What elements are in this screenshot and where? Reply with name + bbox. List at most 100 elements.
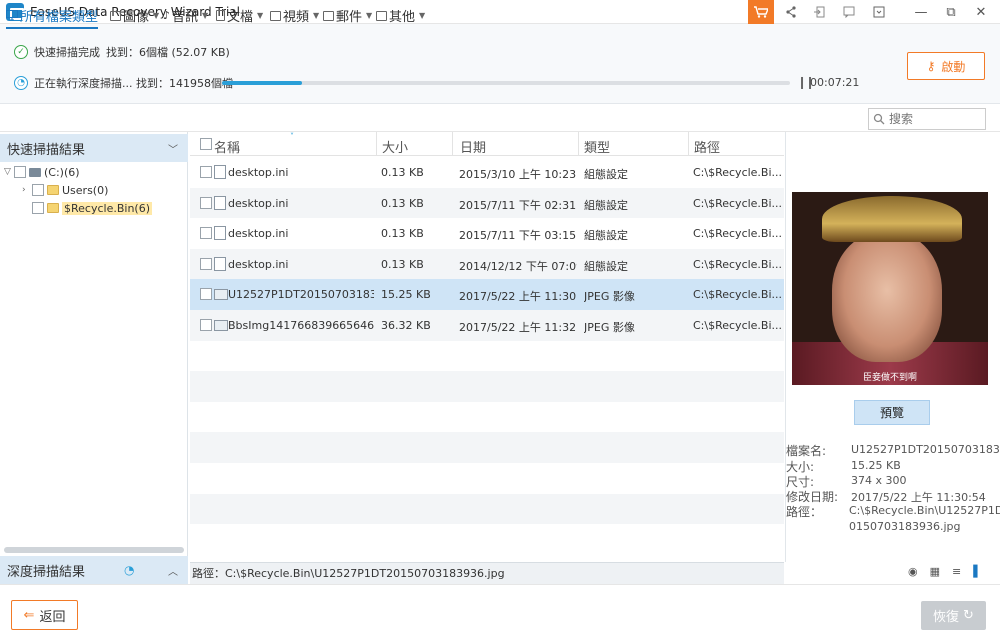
- detail-view-icon[interactable]: ▌: [973, 565, 981, 578]
- column-type[interactable]: 類型: [584, 137, 610, 156]
- tree-node-recycle-bin[interactable]: $Recycle.Bin(6): [32, 199, 152, 217]
- file-type-filter-bar: [0, 104, 1000, 132]
- cell-name: U12527P1DT20150703183936....: [228, 288, 374, 302]
- caret-down-icon: ▼: [313, 11, 320, 20]
- filter-all-types[interactable]: 所有檔案類型: [6, 6, 99, 29]
- tree-checkbox[interactable]: [14, 166, 26, 178]
- deep-scan-results-header[interactable]: 深度掃描結果 ◔ ︿: [0, 556, 188, 584]
- grid-view-icon[interactable]: ▦: [930, 565, 940, 578]
- recover-button[interactable]: 恢復 ↻: [921, 601, 986, 630]
- view-mode-switcher: ◉ ▦ ≡ ▌: [908, 565, 982, 578]
- table-row[interactable]: desktop.ini 0.13 KB 2015/7/11 下午 02:31:22 組…: [190, 187, 784, 219]
- empty-row: [190, 371, 784, 402]
- arrow-left-icon: ⇐: [23, 607, 35, 623]
- filter-videos[interactable]: 視頻 ▼: [270, 6, 319, 25]
- meta-filename-value: U12527P1DT20150703183936...: [851, 443, 1000, 456]
- cell-type: 組態設定: [584, 168, 628, 181]
- feedback-icon[interactable]: [836, 0, 862, 24]
- tree-checkbox[interactable]: [32, 202, 44, 214]
- cell-name: desktop.ini: [228, 257, 289, 271]
- scan-icon: ◔: [124, 563, 135, 577]
- column-name[interactable]: 名稱: [214, 137, 240, 156]
- table-row[interactable]: desktop.ini 0.13 KB 2014/12/12 下午 07:09:18…: [190, 248, 784, 280]
- cell-size: 0.13 KB: [381, 196, 424, 210]
- cell-name: desktop.ini: [228, 227, 289, 241]
- filter-label: 郵件: [336, 10, 363, 25]
- expand-arrow-icon: ›: [22, 185, 26, 195]
- tree-node-users[interactable]: › Users(0): [22, 181, 108, 199]
- file-table: 名稱 ˅ 大小 日期 類型 路徑 desktop.ini 0.13 KB 2015/…: [190, 132, 784, 562]
- column-divider: [688, 132, 689, 156]
- search-input[interactable]: [889, 112, 979, 126]
- filter-email[interactable]: 郵件 ▼: [323, 6, 372, 25]
- select-all-checkbox[interactable]: [200, 138, 212, 150]
- folder-icon: [47, 185, 59, 195]
- preview-button[interactable]: 預覽: [854, 400, 930, 425]
- table-row[interactable]: desktop.ini 0.13 KB 2015/7/11 下午 03:15:45 組…: [190, 218, 784, 249]
- cell-type: 組態設定: [584, 259, 628, 273]
- minimize-button[interactable]: —: [908, 0, 934, 24]
- cell-type: 組態設定: [584, 198, 628, 212]
- settings-file-icon: [214, 165, 226, 179]
- share-icon[interactable]: [778, 0, 804, 24]
- caret-down-icon: ▼: [419, 11, 426, 20]
- table-row[interactable]: desktop.ini 0.13 KB 2015/3/10 上午 10:23:14 組…: [190, 157, 784, 188]
- cell-size: 0.13 KB: [381, 166, 424, 179]
- meta-modified-value: 2017/5/22 上午 11:30:54: [851, 491, 986, 504]
- empty-row: [190, 432, 784, 463]
- empty-row: [190, 524, 784, 555]
- tree-checkbox[interactable]: [32, 184, 44, 196]
- row-checkbox[interactable]: [200, 319, 212, 331]
- column-path[interactable]: 路徑: [694, 137, 720, 156]
- list-view-icon[interactable]: ≡: [952, 565, 961, 578]
- column-size[interactable]: 大小: [382, 137, 408, 156]
- row-checkbox[interactable]: [200, 257, 212, 270]
- maximize-button[interactable]: ⧉: [938, 0, 964, 24]
- deep-scan-results-title: 深度掃描結果: [7, 564, 86, 580]
- start-button[interactable]: ⚷ 啟動: [907, 52, 985, 80]
- login-icon[interactable]: [806, 0, 832, 24]
- preview-image-caption: 臣妾做不到啊: [862, 373, 917, 383]
- close-button[interactable]: ✕: [968, 0, 994, 24]
- horizontal-scrollbar[interactable]: [4, 547, 184, 553]
- filter-label: 所有檔案類型: [20, 10, 99, 25]
- row-checkbox[interactable]: [200, 166, 212, 178]
- filter-label: 文檔: [227, 10, 254, 25]
- quick-scan-results-header[interactable]: 快速掃描結果 ﹀: [0, 134, 188, 162]
- image-icon: [110, 10, 121, 21]
- row-checkbox[interactable]: [200, 196, 212, 209]
- quick-scan-status: ✓ 快速掃描完成 找到：6個檔 (52.07 KB): [14, 44, 230, 60]
- row-checkbox[interactable]: [200, 227, 212, 240]
- cart-icon[interactable]: [748, 0, 774, 24]
- tree-label: $Recycle.Bin(6): [62, 201, 152, 215]
- document-icon: [216, 10, 225, 21]
- back-button[interactable]: ⇐ 返回: [11, 600, 78, 630]
- image-file-icon: [214, 289, 228, 301]
- cell-type: JPEG 影像: [584, 321, 635, 334]
- cell-path: C:\$Recycle.Bi...: [693, 166, 781, 179]
- monitor-icon: [6, 10, 18, 21]
- deep-scan-status: ◔ 正在執行深度掃描... 找到：141958個檔: [14, 75, 233, 91]
- empty-row: [190, 463, 784, 494]
- column-divider: [376, 132, 377, 156]
- drive-icon: [29, 167, 41, 177]
- cell-size: 15.25 KB: [381, 288, 431, 302]
- filter-other[interactable]: 其他 ▼: [376, 6, 425, 25]
- caret-down-icon: ▼: [366, 11, 373, 20]
- music-icon: ♪: [163, 9, 171, 22]
- table-row[interactable]: BbsImg141766839665646_745... 36.32 KB 2017…: [190, 310, 784, 341]
- cell-path: C:\$Recycle.Bi...: [693, 288, 781, 302]
- tree-node-drive-c[interactable]: ▽ (C:)(6): [4, 163, 80, 181]
- menu-icon[interactable]: [866, 0, 892, 24]
- column-date[interactable]: 日期: [460, 137, 486, 156]
- filter-audio[interactable]: ♪ 音訊 ▼: [163, 6, 208, 25]
- table-row[interactable]: U12527P1DT20150703183936.... 15.25 KB 2017…: [190, 279, 784, 310]
- filter-images[interactable]: 圖像 ▼: [110, 6, 159, 25]
- search-box[interactable]: [868, 108, 986, 130]
- cell-date: 2015/7/11 下午 03:15:45: [459, 229, 577, 243]
- empty-row: [190, 341, 784, 372]
- filter-documents[interactable]: 文檔 ▼: [216, 6, 263, 25]
- row-checkbox[interactable]: [200, 288, 212, 301]
- cell-date: 2015/7/11 下午 02:31:22: [459, 198, 577, 212]
- preview-eye-icon[interactable]: ◉: [908, 565, 918, 578]
